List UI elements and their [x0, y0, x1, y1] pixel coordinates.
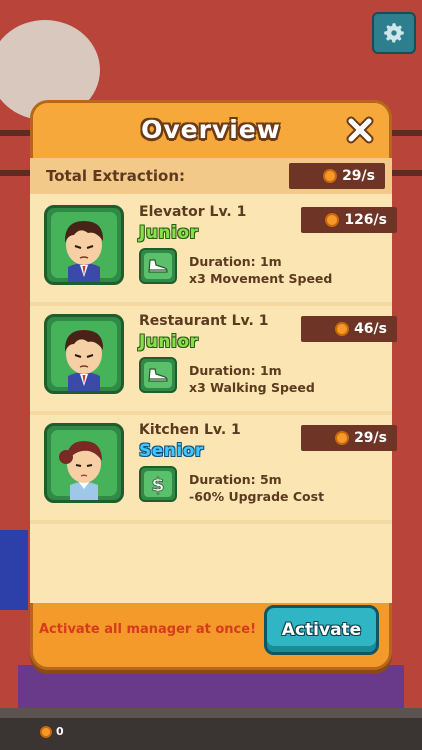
coin-counter: 0 [40, 725, 64, 738]
manager-rate: 29/s [301, 425, 397, 451]
ground-floor [18, 665, 404, 710]
coin-icon [325, 213, 340, 227]
manager-skill-info: Duration: 1m x3 Walking Speed [189, 362, 315, 396]
manager-card-elevator[interactable]: Elevator Lv. 1 Junior 126/s Duration: 1m… [42, 201, 397, 299]
male-manager-avatar [44, 205, 124, 285]
skill-duration: Duration: 1m [189, 254, 282, 269]
close-button[interactable] [345, 115, 375, 145]
manager-card-kitchen[interactable]: Kitchen Lv. 1 Senior 29/s $ Duration: 5m… [42, 419, 397, 517]
gear-icon [384, 23, 404, 43]
manager-name: Restaurant Lv. 1 [139, 313, 269, 329]
manager-rank: Junior [139, 223, 199, 243]
female-manager-avatar [44, 423, 124, 503]
manager-rate: 46/s [301, 316, 397, 342]
skill-effect: x3 Walking Speed [189, 380, 315, 395]
coin-icon [40, 725, 52, 738]
total-extraction-rate: 29/s [289, 163, 385, 189]
manager-skill-info: Duration: 1m x3 Movement Speed [189, 253, 332, 287]
skill-effect: -60% Upgrade Cost [189, 489, 325, 504]
skill-badge: $ [139, 466, 177, 502]
settings-button[interactable] [372, 12, 416, 54]
skill-badge [139, 357, 177, 393]
manager-card-restaurant[interactable]: Restaurant Lv. 1 Junior 46/s Duration: 1… [42, 310, 397, 408]
activate-hint: Activate all manager at once! [39, 622, 257, 637]
coin-icon [335, 322, 350, 336]
dollar-icon: $ [151, 474, 165, 495]
dialog-footer: Activate all manager at once! Activate [33, 600, 389, 667]
manager-list: Total Extraction: 29/s Elevator Lv. 1 Ju… [30, 158, 397, 603]
skill-duration: Duration: 5m [189, 472, 282, 487]
svg-text:$: $ [151, 474, 164, 495]
overview-dialog: Overview Total Extraction: 29/s Elevator… [30, 100, 397, 670]
shoe-icon [148, 259, 168, 273]
close-icon [346, 116, 374, 144]
total-extraction-row: Total Extraction: 29/s [30, 158, 392, 194]
manager-name: Kitchen Lv. 1 [139, 422, 241, 438]
dialog-title: Overview [141, 115, 281, 144]
manager-rank: Senior [139, 441, 204, 461]
skill-effect: x3 Movement Speed [189, 271, 333, 286]
manager-rank: Junior [139, 332, 199, 352]
activate-button[interactable]: Activate [264, 605, 379, 655]
male-manager-avatar [44, 314, 124, 394]
coin-icon [335, 431, 350, 445]
coin-count: 0 [56, 725, 64, 738]
coin-icon [323, 169, 338, 183]
shoe-icon [148, 368, 168, 382]
manager-name: Elevator Lv. 1 [139, 204, 247, 220]
manager-rate: 126/s [301, 207, 397, 233]
total-extraction-label: Total Extraction: [46, 167, 185, 185]
manager-skill-info: Duration: 5m -60% Upgrade Cost [189, 471, 324, 505]
skill-badge [139, 248, 177, 284]
skill-duration: Duration: 1m [189, 363, 282, 378]
